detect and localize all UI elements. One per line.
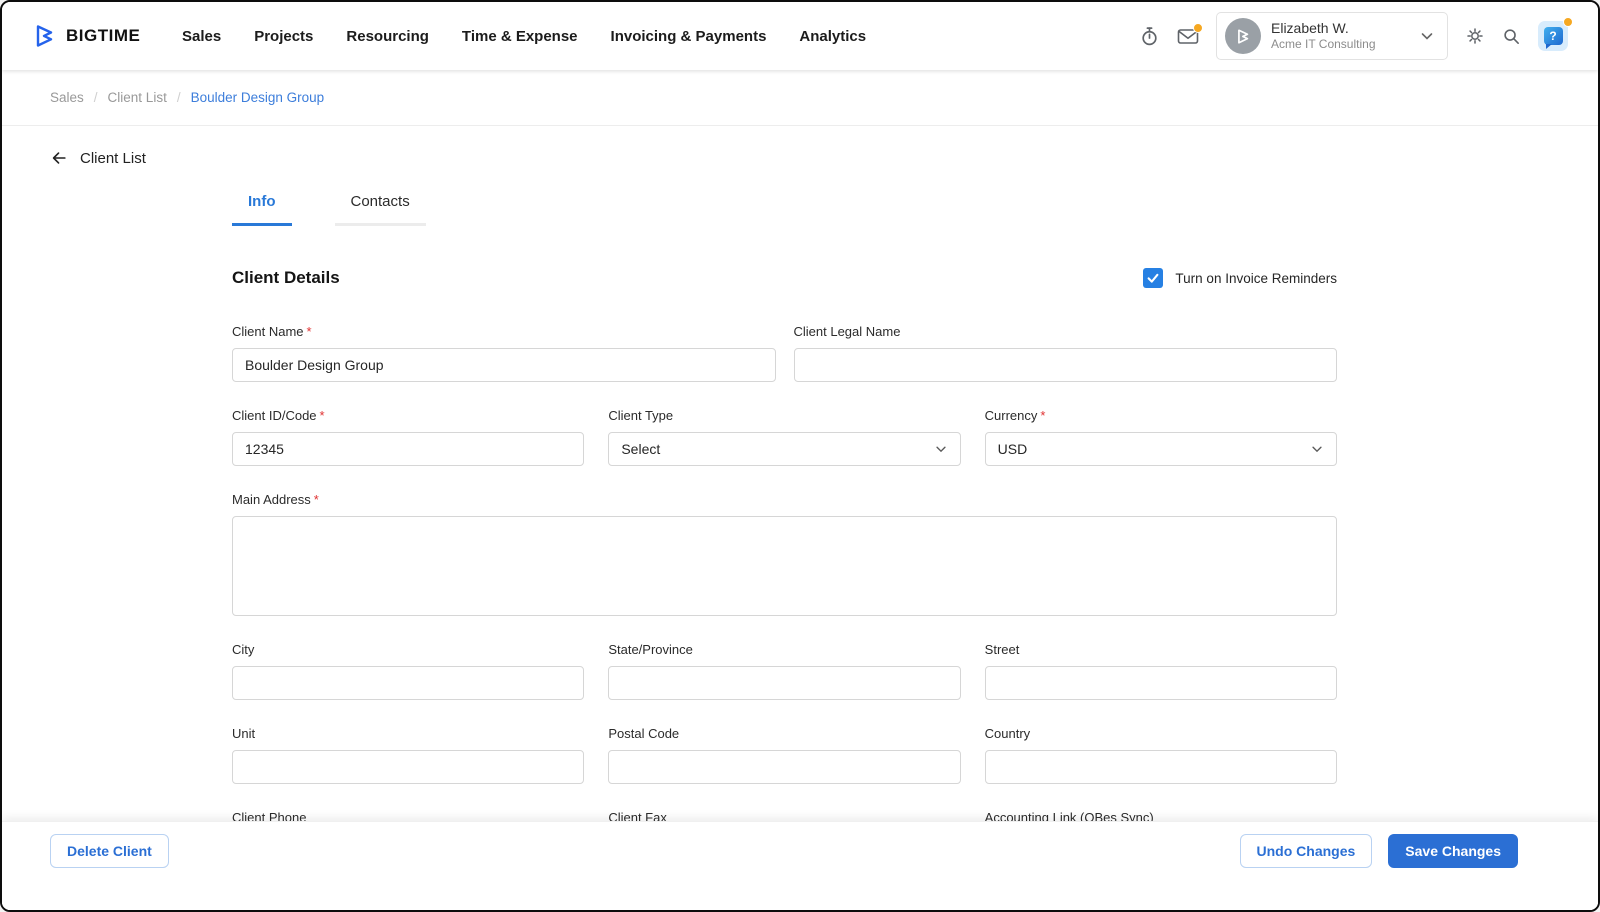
currency-select[interactable]: USD	[985, 432, 1337, 466]
section-header: Client Details Turn on Invoice Reminders	[232, 268, 1337, 288]
invoice-reminders-label: Turn on Invoice Reminders	[1175, 271, 1337, 286]
user-organization: Acme IT Consulting	[1271, 37, 1409, 52]
client-details-form: Client Name* Client Legal Name Client ID…	[232, 324, 1337, 868]
street-input[interactable]	[985, 666, 1337, 700]
back-link-label: Client List	[80, 150, 146, 167]
page-title: Client Details	[232, 268, 340, 288]
breadcrumb-current-client[interactable]: Boulder Design Group	[191, 90, 325, 105]
client-legal-name-input[interactable]	[794, 348, 1338, 382]
nav-projects[interactable]: Projects	[254, 28, 313, 45]
unit-input[interactable]	[232, 750, 584, 784]
action-footer: Delete Client Undo Changes Save Changes	[2, 821, 1598, 910]
user-meta: Elizabeth W. Acme IT Consulting	[1271, 20, 1409, 53]
save-changes-button[interactable]: Save Changes	[1388, 834, 1518, 868]
field-postal-code: Postal Code	[608, 726, 960, 784]
main-nav: Sales Projects Resourcing Time & Expense…	[182, 28, 866, 45]
postal-code-label: Postal Code	[608, 726, 960, 742]
settings-gear-icon[interactable]	[1465, 26, 1485, 46]
breadcrumb-separator: /	[94, 90, 98, 105]
header-actions: Elizabeth W. Acme IT Consulting	[1139, 12, 1568, 60]
top-navbar: BIGTIME Sales Projects Resourcing Time &…	[2, 2, 1598, 70]
state-province-label: State/Province	[608, 642, 960, 658]
street-label: Street	[985, 642, 1337, 658]
tab-contacts[interactable]: Contacts	[335, 193, 426, 226]
city-input[interactable]	[232, 666, 584, 700]
currency-value: USD	[998, 441, 1028, 457]
postal-code-input[interactable]	[608, 750, 960, 784]
help-bubble-icon: ?	[1544, 27, 1563, 45]
bigtime-logo-icon	[32, 23, 58, 49]
breadcrumb-separator: /	[177, 90, 181, 105]
chevron-down-icon	[1310, 442, 1324, 456]
bigtime-logo[interactable]: BIGTIME	[32, 23, 182, 49]
unit-label: Unit	[232, 726, 584, 742]
required-mark: *	[314, 492, 319, 507]
field-street: Street	[985, 642, 1337, 700]
user-name: Elizabeth W.	[1271, 20, 1409, 38]
required-mark: *	[307, 324, 312, 339]
user-account-menu[interactable]: Elizabeth W. Acme IT Consulting	[1216, 12, 1448, 60]
field-client-type: Client Type Select	[608, 408, 960, 466]
field-client-id-code: Client ID/Code*	[232, 408, 584, 466]
client-type-value: Select	[621, 441, 660, 457]
field-country: Country	[985, 726, 1337, 784]
state-province-input[interactable]	[608, 666, 960, 700]
timer-icon[interactable]	[1139, 26, 1160, 47]
client-tabs: Info Contacts	[232, 193, 1598, 226]
field-client-name: Client Name*	[232, 324, 776, 382]
invoice-reminders-toggle: Turn on Invoice Reminders	[1143, 268, 1337, 288]
city-label: City	[232, 642, 584, 658]
tab-info[interactable]: Info	[232, 193, 292, 226]
check-icon	[1145, 270, 1161, 286]
nav-resourcing[interactable]: Resourcing	[346, 28, 429, 45]
footer-right-actions: Undo Changes Save Changes	[1240, 834, 1519, 868]
messages-notification-dot	[1193, 23, 1203, 33]
app-window: BIGTIME Sales Projects Resourcing Time &…	[0, 0, 1600, 912]
back-arrow-icon	[50, 149, 68, 167]
field-currency: Currency* USD	[985, 408, 1337, 466]
country-label: Country	[985, 726, 1337, 742]
client-id-code-input[interactable]	[232, 432, 584, 466]
nav-sales[interactable]: Sales	[182, 28, 221, 45]
field-main-address: Main Address*	[232, 492, 1337, 616]
main-content: Client List Info Contacts Client Details…	[2, 126, 1598, 912]
required-mark: *	[320, 408, 325, 423]
country-input[interactable]	[985, 750, 1337, 784]
help-notification-dot	[1563, 17, 1573, 27]
client-name-label: Client Name*	[232, 324, 776, 340]
client-type-select[interactable]: Select	[608, 432, 960, 466]
field-client-legal-name: Client Legal Name	[794, 324, 1338, 382]
invoice-reminders-checkbox[interactable]	[1143, 268, 1163, 288]
client-id-code-label: Client ID/Code*	[232, 408, 584, 424]
field-state-province: State/Province	[608, 642, 960, 700]
breadcrumb: Sales / Client List / Boulder Design Gro…	[50, 90, 324, 105]
currency-label: Currency*	[985, 408, 1337, 424]
breadcrumb-client-list[interactable]: Client List	[108, 90, 167, 105]
breadcrumb-sales[interactable]: Sales	[50, 90, 84, 105]
chevron-down-icon	[1419, 28, 1435, 44]
messages-icon[interactable]	[1177, 27, 1199, 46]
required-mark: *	[1040, 408, 1045, 423]
user-avatar	[1225, 18, 1261, 54]
undo-changes-button[interactable]: Undo Changes	[1240, 834, 1373, 868]
main-address-textarea[interactable]	[232, 516, 1337, 616]
brand-name: BIGTIME	[66, 26, 140, 46]
nav-analytics[interactable]: Analytics	[799, 28, 866, 45]
delete-client-button[interactable]: Delete Client	[50, 834, 169, 868]
nav-time-expense[interactable]: Time & Expense	[462, 28, 578, 45]
chevron-down-icon	[934, 442, 948, 456]
field-city: City	[232, 642, 584, 700]
nav-invoicing-payments[interactable]: Invoicing & Payments	[611, 28, 767, 45]
back-to-client-list-link[interactable]: Client List	[50, 149, 146, 167]
search-icon[interactable]	[1502, 27, 1521, 46]
help-icon[interactable]: ?	[1538, 21, 1568, 51]
field-unit: Unit	[232, 726, 584, 784]
client-type-label: Client Type	[608, 408, 960, 424]
breadcrumb-bar: Sales / Client List / Boulder Design Gro…	[2, 70, 1598, 126]
client-name-input[interactable]	[232, 348, 776, 382]
main-address-label: Main Address*	[232, 492, 1337, 508]
client-legal-name-label: Client Legal Name	[794, 324, 1338, 340]
